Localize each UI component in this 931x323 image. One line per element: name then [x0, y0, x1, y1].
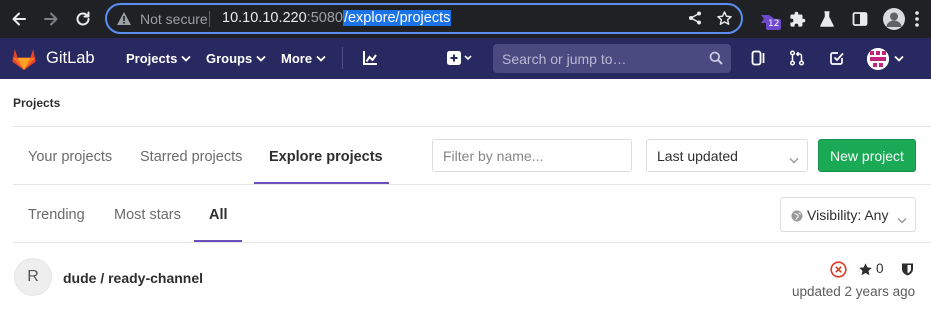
chevron-down-icon	[181, 55, 191, 62]
todo-check-icon[interactable]	[829, 48, 845, 68]
sort-selected-value: Last updated	[657, 148, 738, 164]
lab-flask-icon[interactable]	[815, 7, 839, 31]
brand-name[interactable]: GitLab	[46, 49, 95, 68]
warning-icon[interactable]	[116, 11, 132, 31]
tabs-divider	[13, 184, 931, 185]
tab-your-projects[interactable]: Your projects	[28, 149, 112, 165]
url-host: 10.10.10.220	[222, 10, 307, 26]
pipeline-failed-icon[interactable]	[830, 261, 847, 283]
search-input[interactable]: Search or jump to…	[493, 44, 731, 73]
filter-by-name-input[interactable]: Filter by name...	[432, 139, 632, 172]
more-menu[interactable]: More	[281, 51, 326, 66]
project-name-link[interactable]: dude / ready-channel	[63, 270, 203, 286]
subtab-all[interactable]: All	[209, 207, 228, 223]
extension-badge: 12	[766, 19, 782, 30]
address-divider	[209, 11, 210, 27]
address-bar[interactable]: Not secure 10.10.10.220:5080/explore/pro…	[105, 3, 743, 34]
new-project-button[interactable]: New project	[818, 139, 916, 172]
forward-arrow-icon[interactable]	[39, 7, 63, 31]
tab-starred-projects[interactable]: Starred projects	[140, 149, 242, 165]
activity-chart-icon[interactable]	[362, 48, 378, 68]
side-panel-icon[interactable]	[848, 7, 872, 31]
sort-dropdown[interactable]: Last updated	[646, 139, 808, 172]
filter-placeholder: Filter by name...	[443, 148, 544, 164]
search-placeholder: Search or jump to…	[502, 51, 627, 67]
chevron-down-icon	[316, 55, 326, 62]
user-avatar-icon[interactable]	[867, 48, 889, 70]
kebab-menu-icon[interactable]	[910, 9, 924, 29]
bookmark-star-icon[interactable]	[716, 10, 733, 32]
back-arrow-icon[interactable]	[7, 7, 31, 31]
visibility-label: Visibility: Any	[807, 207, 889, 223]
url-path: /explore/projects	[342, 10, 452, 26]
subtabs-divider	[13, 242, 931, 243]
updated-timestamp: updated 2 years ago	[792, 284, 916, 299]
avatar-chevron-down-icon[interactable]	[894, 48, 904, 68]
url-port: :5080	[306, 10, 343, 26]
plus-square-icon[interactable]	[447, 48, 473, 68]
projects-menu[interactable]: Projects	[126, 51, 191, 66]
project-avatar[interactable]: R	[14, 258, 52, 296]
reload-icon[interactable]	[71, 7, 95, 31]
groups-menu[interactable]: Groups	[206, 51, 266, 66]
globe-icon	[791, 209, 803, 227]
groups-menu-label: Groups	[206, 51, 253, 66]
projects-menu-label: Projects	[126, 51, 178, 66]
gitlab-navbar: GitLab Projects Groups More Search or ju…	[0, 38, 931, 79]
security-label[interactable]: Not secure	[140, 11, 208, 27]
puzzle-icon[interactable]	[785, 7, 809, 31]
visibility-dropdown[interactable]: Visibility: Any	[780, 197, 916, 232]
extension-icon[interactable]: 12	[756, 7, 782, 31]
chevron-down-icon	[256, 55, 266, 62]
shield-icon	[901, 262, 914, 281]
subtab-trending[interactable]: Trending	[28, 207, 85, 223]
star-count: 0	[876, 261, 884, 276]
breadcrumb-divider	[13, 126, 931, 127]
share-icon[interactable]	[687, 10, 703, 31]
star-icon[interactable]	[858, 262, 873, 282]
url-text[interactable]: 10.10.10.220:5080/explore/projects	[222, 10, 452, 26]
issues-icon[interactable]	[751, 48, 767, 68]
merge-request-icon[interactable]	[789, 48, 805, 68]
search-icon[interactable]	[709, 51, 723, 70]
chevron-down-icon	[897, 211, 907, 229]
gitlab-logo-icon[interactable]	[11, 47, 37, 76]
profile-icon[interactable]	[883, 8, 905, 30]
browser-toolbar: Not secure 10.10.10.220:5080/explore/pro…	[0, 0, 931, 38]
more-menu-label: More	[281, 51, 313, 66]
subtab-most-stars[interactable]: Most stars	[114, 207, 181, 223]
header-divider	[342, 47, 343, 69]
chevron-down-icon	[789, 151, 799, 169]
breadcrumb[interactable]: Projects	[13, 96, 60, 110]
tab-explore-projects[interactable]: Explore projects	[269, 149, 383, 165]
